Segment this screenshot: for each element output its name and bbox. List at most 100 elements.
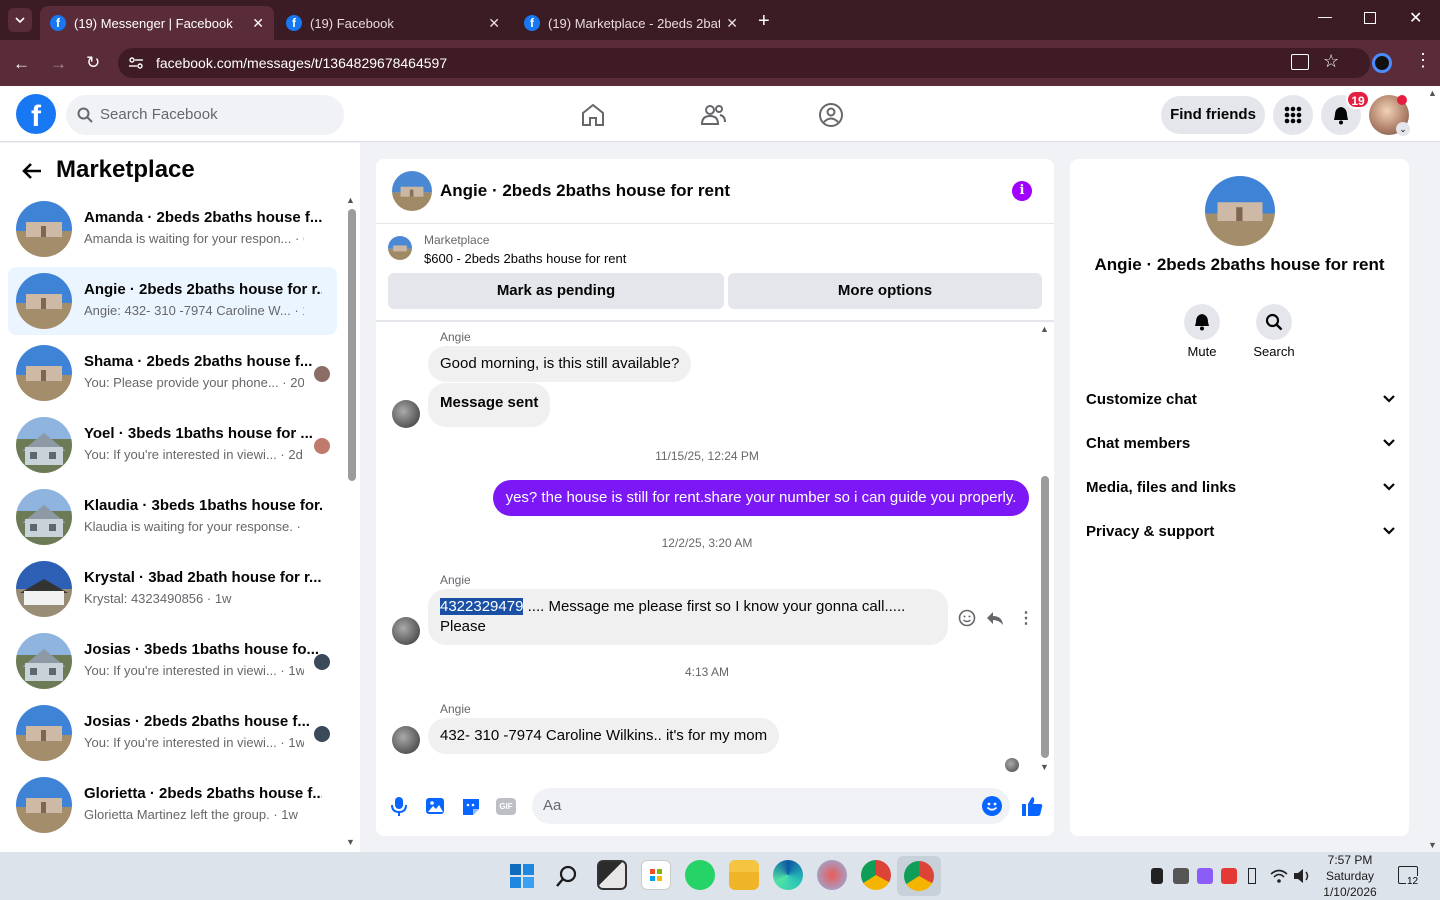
clock-time[interactable]: 7:57 PM	[1310, 853, 1390, 867]
sender-avatar[interactable]	[392, 726, 420, 754]
highlighted-phone-number[interactable]: 4322329479	[440, 598, 524, 615]
tray-app-icon[interactable]	[1151, 868, 1163, 884]
message-bubble[interactable]: 4322329479 .... Message me please first …	[428, 589, 948, 645]
conversation-item[interactable]: Josias · 3beds 1baths house fo... You: If…	[8, 627, 337, 695]
sender-avatar[interactable]	[392, 617, 420, 645]
conversation-item[interactable]: Glorietta · 2beds 2baths house f... Glori…	[8, 771, 337, 839]
message-timestamp: 11/15/25, 12:24 PM	[655, 449, 759, 463]
wifi-icon[interactable]	[1270, 868, 1288, 884]
home-icon[interactable]	[580, 102, 606, 128]
reply-icon[interactable]	[986, 609, 1004, 627]
tab-search-button[interactable]	[8, 8, 32, 32]
reload-icon[interactable]: ↻	[86, 53, 100, 73]
task-view-icon[interactable]	[597, 860, 627, 890]
back-arrow-icon[interactable]	[21, 160, 43, 182]
details-avatar[interactable]	[1205, 176, 1275, 246]
bookmark-star-icon[interactable]: ☆	[1323, 51, 1339, 72]
message-composer-input[interactable]: Aa	[532, 788, 1010, 824]
close-window-button[interactable]: ✕	[1409, 8, 1422, 28]
listing-title[interactable]: $600 - 2beds 2baths house for rent	[424, 251, 626, 266]
find-friends-button[interactable]: Find friends	[1161, 96, 1265, 134]
conversation-item[interactable]: Krystal · 3bad 2bath house for r... Kryst…	[8, 555, 337, 623]
chrome-active-icon[interactable]	[897, 856, 941, 896]
conversation-item[interactable]: Josias · 2beds 2baths house f... You: If …	[8, 699, 337, 767]
conversation-item[interactable]: Shama · 2beds 2baths house f... You: Plea…	[8, 339, 337, 407]
tray-red-app-icon[interactable]	[1221, 868, 1237, 884]
section-media-files-links[interactable]: Media, files and links	[1086, 479, 1396, 496]
close-tab-icon[interactable]: ✕	[488, 15, 500, 32]
search-in-chat-button[interactable]	[1256, 304, 1292, 340]
conversation-avatar	[16, 705, 72, 761]
photo-icon[interactable]	[425, 797, 445, 815]
chat-scrollbar[interactable]: ▲ ▼	[1039, 324, 1051, 774]
whatsapp-icon[interactable]	[685, 860, 715, 890]
taskbar-search-icon[interactable]	[556, 865, 578, 887]
sticker-icon[interactable]	[461, 797, 481, 817]
listing-thumbnail[interactable]	[388, 236, 412, 260]
more-actions-icon[interactable]: ⋮	[1018, 608, 1034, 628]
install-app-icon[interactable]	[1291, 54, 1309, 70]
chat-header-avatar[interactable]	[392, 171, 432, 211]
close-tab-icon[interactable]: ✕	[726, 15, 738, 32]
site-settings-icon[interactable]	[128, 55, 144, 71]
store-icon[interactable]	[641, 860, 671, 890]
conversation-item[interactable]: Angie · 2beds 2baths house for r... Angie…	[8, 267, 337, 335]
tray-folder-icon[interactable]	[1197, 868, 1213, 884]
conversation-item[interactable]: Yoel · 3beds 1baths house for ... You: If…	[8, 411, 337, 479]
menu-grid-button[interactable]	[1273, 95, 1313, 135]
back-icon[interactable]: ←	[13, 54, 30, 74]
conversation-item[interactable]: Klaudia · 3beds 1baths house for... Klaud…	[8, 483, 337, 551]
conversation-preview: Amanda is waiting for your respon... · 6…	[84, 231, 304, 246]
start-windows-icon[interactable]	[510, 864, 534, 888]
chrome-icon[interactable]	[861, 860, 891, 890]
chat-title[interactable]: Angie · 2beds 2baths house for rent	[440, 181, 730, 201]
volume-icon[interactable]	[1293, 868, 1311, 884]
mute-button[interactable]	[1184, 304, 1220, 340]
more-options-button[interactable]: More options	[728, 273, 1042, 309]
gif-icon[interactable]: GIF	[496, 798, 516, 815]
message-bubble[interactable]: 432- 310 -7974 Caroline Wilkins.. it's f…	[428, 718, 780, 754]
address-bar[interactable]: facebook.com/messages/t/1364829678464597	[118, 48, 1370, 78]
edge-icon[interactable]	[773, 860, 803, 890]
react-emoji-icon[interactable]	[958, 609, 976, 627]
conversation-item[interactable]: Amanda · 2beds 2baths house f... Amanda i…	[8, 195, 337, 263]
tab-marketplace[interactable]: f (19) Marketplace - 2beds 2bath ✕	[514, 6, 748, 40]
app-icon[interactable]	[817, 860, 847, 890]
like-thumb-icon[interactable]	[1021, 795, 1043, 817]
conversation-info-icon[interactable]: i	[1012, 181, 1032, 201]
friends-icon[interactable]	[700, 102, 726, 128]
groups-icon[interactable]	[818, 102, 844, 128]
chat-scroll-thumb[interactable]	[1041, 476, 1049, 758]
minimize-window-button[interactable]: —	[1318, 8, 1332, 24]
message-bubble[interactable]: Good morning, is this still available?	[428, 346, 692, 382]
tray-hidden-icon[interactable]	[1173, 868, 1189, 884]
sender-avatar[interactable]	[392, 400, 420, 428]
section-privacy-support[interactable]: Privacy & support	[1086, 523, 1396, 540]
close-tab-icon[interactable]: ✕	[252, 15, 264, 32]
search-icon	[1265, 313, 1283, 331]
list-scrollbar[interactable]: ▲ ▼	[346, 195, 358, 850]
search-facebook-input[interactable]: Search Facebook	[66, 95, 344, 135]
conversation-avatar	[16, 201, 72, 257]
section-customize-chat[interactable]: Customize chat	[1086, 391, 1396, 408]
new-tab-button[interactable]: +	[758, 10, 770, 33]
list-scroll-thumb[interactable]	[348, 209, 356, 481]
browser-menu-icon[interactable]: ⋮	[1414, 50, 1432, 71]
profile-extension-icon[interactable]	[1372, 53, 1392, 73]
page-scroll-down[interactable]: ▼	[1428, 840, 1437, 850]
mark-pending-button[interactable]: Mark as pending	[388, 273, 724, 309]
page-scroll-up[interactable]: ▲	[1428, 88, 1437, 98]
message-bubble[interactable]: Message sent	[428, 383, 551, 427]
account-chevron-icon[interactable]: ⌄	[1396, 122, 1410, 136]
microphone-icon[interactable]	[390, 796, 408, 816]
tab-facebook[interactable]: f (19) Facebook ✕	[276, 6, 510, 40]
section-chat-members[interactable]: Chat members	[1086, 435, 1396, 452]
restore-window-button[interactable]	[1364, 12, 1376, 24]
emoji-picker-icon[interactable]	[982, 796, 1002, 816]
forward-icon[interactable]: →	[50, 54, 67, 74]
facebook-logo-icon[interactable]: f	[16, 94, 56, 134]
tab-messenger[interactable]: f (19) Messenger | Facebook ✕	[40, 6, 274, 40]
file-explorer-icon[interactable]	[729, 860, 759, 890]
usb-icon[interactable]	[1248, 868, 1256, 884]
own-message-bubble[interactable]: yes? the house is still for rent.share y…	[493, 480, 1029, 516]
